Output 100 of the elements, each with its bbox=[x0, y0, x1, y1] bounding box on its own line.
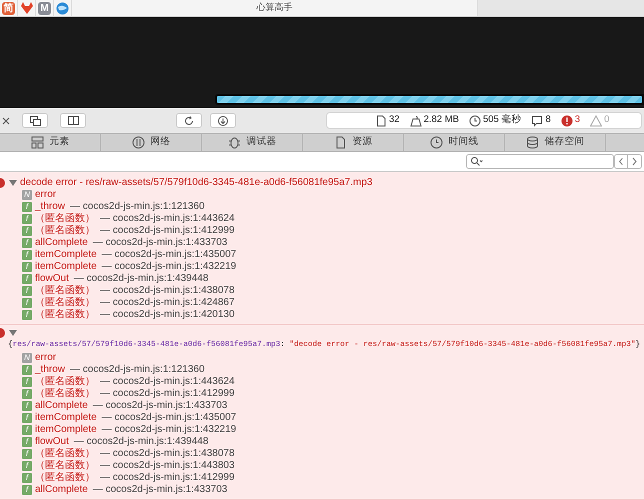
function-name: （匿名函数） bbox=[35, 472, 95, 484]
source-location[interactable]: — cocos2d-js-min.js:1:443624 bbox=[100, 213, 235, 225]
native-code-icon: N bbox=[22, 353, 32, 363]
function-icon: f bbox=[22, 377, 32, 387]
close-icon[interactable] bbox=[2, 116, 10, 124]
function-name: allComplete bbox=[35, 237, 88, 249]
download-button[interactable] bbox=[210, 113, 236, 128]
status-count[interactable]: 3 bbox=[574, 113, 580, 128]
function-name: （匿名函数） bbox=[35, 297, 95, 309]
function-name: （匿名函数） bbox=[35, 213, 95, 225]
fox-icon[interactable] bbox=[20, 2, 34, 14]
status-count[interactable]: 2.82 MB bbox=[424, 113, 459, 128]
function-icon: f bbox=[22, 473, 32, 483]
layout-icon bbox=[30, 136, 44, 149]
document-icon bbox=[334, 136, 346, 149]
function-name: allComplete bbox=[35, 484, 88, 496]
globe-icon[interactable] bbox=[56, 2, 69, 14]
function-icon: f bbox=[22, 425, 32, 435]
filter-field[interactable] bbox=[466, 154, 614, 169]
clock-icon bbox=[430, 136, 442, 149]
source-location[interactable]: — cocos2d-js-min.js:1:433703 bbox=[92, 400, 228, 412]
error-message: decode error - res/raw-assets/57/579f10d6-3345-481e-a0d6-f56081fe95a7.mp3 bbox=[20, 176, 372, 188]
status-count[interactable]: 32 bbox=[389, 113, 400, 128]
function-name: itemComplete bbox=[35, 261, 97, 273]
function-icon: f bbox=[22, 274, 32, 284]
function-icon: f bbox=[22, 365, 32, 375]
function-icon: f bbox=[22, 286, 32, 296]
disclosure-triangle-icon[interactable] bbox=[9, 328, 17, 336]
source-location[interactable]: — cocos2d-js-min.js:1:121360 bbox=[70, 364, 205, 376]
function-name: （匿名函数） bbox=[35, 309, 95, 321]
status-count[interactable]: 505 毫秒 bbox=[482, 113, 522, 128]
tab-title[interactable]: 心算高手 bbox=[256, 1, 292, 15]
function-icon: f bbox=[22, 238, 32, 248]
tabs-icon bbox=[30, 116, 40, 126]
function-icon: f bbox=[22, 202, 32, 212]
split-view-icon bbox=[68, 116, 78, 125]
source-location[interactable]: — cocos2d-js-min.js:1:443803 bbox=[100, 460, 235, 472]
function-name: itemComplete bbox=[35, 249, 97, 261]
weight-icon bbox=[410, 114, 422, 126]
reload-icon bbox=[184, 116, 194, 126]
database-icon bbox=[526, 136, 538, 149]
function-name: （匿名函数） bbox=[35, 460, 95, 472]
status-count[interactable]: 8 bbox=[545, 113, 551, 128]
error-icon bbox=[560, 114, 573, 126]
source-location[interactable]: — cocos2d-js-min.js:1:412999 bbox=[100, 225, 235, 237]
function-name: （匿名函数） bbox=[35, 225, 95, 237]
source-location[interactable]: — cocos2d-js-min.js:1:438078 bbox=[100, 285, 235, 297]
message-icon bbox=[531, 114, 544, 126]
warning-icon bbox=[590, 114, 602, 126]
function-name: flowOut bbox=[35, 273, 69, 285]
function-icon: f bbox=[22, 485, 32, 495]
native-code-icon: N bbox=[22, 190, 32, 200]
source-location[interactable]: — cocos2d-js-min.js:1:412999 bbox=[100, 472, 235, 484]
source-location[interactable]: — cocos2d-js-min.js:1:412999 bbox=[100, 388, 235, 400]
function-name: _throw bbox=[35, 201, 66, 213]
function-name: error bbox=[35, 352, 56, 364]
source-location[interactable]: — cocos2d-js-min.js:1:439448 bbox=[74, 273, 208, 285]
panel-tab[interactable]: 调试器 bbox=[202, 134, 303, 151]
source-location[interactable]: — cocos2d-js-min.js:1:435007 bbox=[102, 412, 236, 424]
function-icon: f bbox=[22, 310, 32, 320]
source-location[interactable]: — cocos2d-js-min.js:1:121360 bbox=[70, 201, 205, 213]
function-name: itemComplete bbox=[35, 424, 97, 436]
function-name: （匿名函数） bbox=[35, 448, 95, 460]
function-icon: f bbox=[22, 298, 32, 308]
document-icon bbox=[375, 114, 387, 126]
source-location[interactable]: — cocos2d-js-min.js:1:424867 bbox=[100, 297, 235, 309]
source-location[interactable]: — cocos2d-js-min.js:1:438078 bbox=[100, 448, 235, 460]
clock-icon bbox=[468, 114, 481, 126]
panel-tab[interactable]: 时间线 bbox=[404, 134, 505, 151]
function-icon: f bbox=[22, 262, 32, 272]
function-name: error bbox=[35, 189, 56, 201]
source-location[interactable]: — cocos2d-js-min.js:1:435007 bbox=[102, 249, 236, 261]
disclosure-triangle-icon[interactable] bbox=[9, 178, 17, 186]
function-name: _throw bbox=[35, 364, 66, 376]
function-name: （匿名函数） bbox=[35, 285, 95, 297]
source-location[interactable]: — cocos2d-js-min.js:1:433703 bbox=[92, 237, 228, 249]
split-view-button[interactable] bbox=[60, 113, 86, 128]
function-name: allComplete bbox=[35, 400, 88, 412]
source-location[interactable]: — cocos2d-js-min.js:1:420130 bbox=[100, 309, 235, 321]
function-name: （匿名函数） bbox=[35, 376, 95, 388]
panel-tab[interactable]: 网络 bbox=[101, 134, 202, 151]
function-icon: f bbox=[22, 449, 32, 459]
function-icon: f bbox=[22, 437, 32, 447]
reload-button[interactable] bbox=[176, 113, 202, 128]
panel-tab[interactable]: 元素 bbox=[0, 134, 101, 151]
source-location[interactable]: — cocos2d-js-min.js:1:433703 bbox=[92, 484, 228, 496]
search-icon bbox=[471, 157, 483, 166]
download-icon bbox=[218, 116, 228, 126]
source-location[interactable]: — cocos2d-js-min.js:1:443624 bbox=[100, 376, 235, 388]
panel-tab[interactable]: 资源 bbox=[303, 134, 404, 151]
error-icon bbox=[0, 328, 6, 338]
panel-tab[interactable]: 储存空间 bbox=[505, 134, 606, 151]
source-location[interactable]: — cocos2d-js-min.js:1:432219 bbox=[102, 424, 236, 436]
function-name: （匿名函数） bbox=[35, 388, 95, 400]
source-location[interactable]: — cocos2d-js-min.js:1:432219 bbox=[102, 261, 236, 273]
function-icon: f bbox=[22, 250, 32, 260]
source-location[interactable]: — cocos2d-js-min.js:1:439448 bbox=[74, 436, 208, 448]
function-name: itemComplete bbox=[35, 412, 97, 424]
favicon-icon[interactable]: 简 bbox=[2, 2, 15, 14]
tabs-button[interactable] bbox=[22, 113, 48, 128]
